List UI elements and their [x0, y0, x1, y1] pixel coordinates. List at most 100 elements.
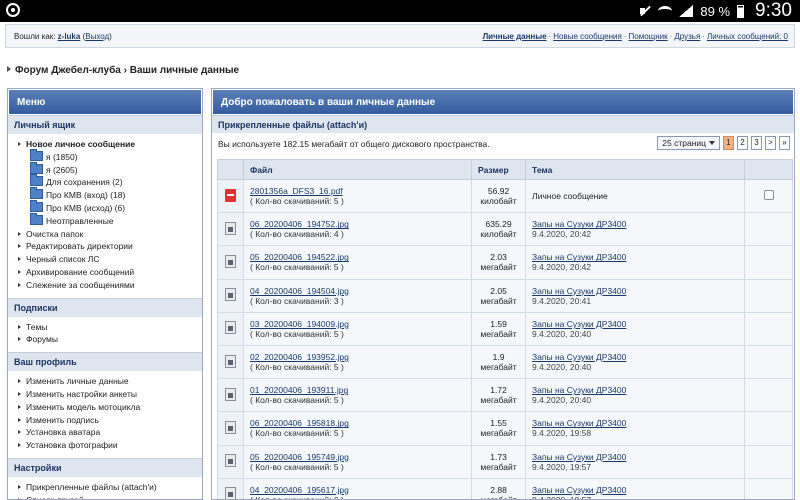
file-link[interactable]: 05_20200406_195749.jpg	[250, 452, 465, 462]
last-page-button[interactable]: »	[779, 136, 790, 150]
image-file-icon	[225, 288, 236, 302]
sidebar-item[interactable]: Изменить настройки анкеты	[18, 388, 202, 401]
page-button[interactable]: 3	[751, 136, 762, 150]
icon-column-header	[217, 159, 244, 180]
file-size-unit: мегабайт	[480, 262, 517, 273]
file-link[interactable]: 2801356a_DFS3_16.pdf	[250, 186, 465, 196]
bullet-arrow-icon	[18, 379, 21, 384]
size-cell: 635.29 килобайт	[471, 212, 527, 247]
sidebar-folder-item[interactable]: я (1850)	[18, 148, 202, 164]
clock: 9:30	[755, 0, 792, 21]
page-button-current[interactable]: 1	[723, 136, 734, 150]
sidebar-item[interactable]: Список друзей	[18, 494, 202, 499]
friends-link[interactable]: Друзья	[674, 32, 700, 41]
size-cell: 2.88 мегабайт	[471, 477, 527, 499]
bullet-arrow-icon	[18, 404, 21, 409]
file-link[interactable]: 06_20200406_194752.jpg	[250, 219, 465, 229]
file-icon-cell	[217, 444, 244, 479]
sidebar-item[interactable]: Прикрепленные файлы (attach'и)	[18, 481, 202, 494]
sidebar-folder-item[interactable]: Для сохранения (2)	[18, 174, 202, 189]
pages-dropdown[interactable]: 25 страниц	[657, 136, 720, 150]
select-cell	[744, 245, 793, 280]
sidebar-item[interactable]: Черный список ЛС	[18, 253, 202, 266]
download-count: ( Кол-во скачиваний: 5 )	[250, 328, 344, 339]
select-checkbox[interactable]	[763, 190, 774, 201]
breadcrumb: Форум Джебел-клуба › Ваши личные данные	[7, 65, 239, 76]
new-messages-link[interactable]: Новые сообщения	[553, 32, 622, 41]
sidebar-folder-item[interactable]: Про КМВ (вход) (18)	[18, 187, 202, 202]
sidebar-item[interactable]: Форумы	[18, 333, 202, 346]
folder-icon	[30, 212, 43, 225]
attachments-table: Файл Размер Тема 2801356a_DFS3_16.pdf( К…	[217, 159, 793, 499]
sidebar-item[interactable]: Новое личное сообщение	[18, 138, 202, 151]
sidebar-item-label: Слежение за сообщениями	[26, 279, 135, 290]
sidebar-item[interactable]: Архивирование сообщений	[18, 266, 202, 279]
sidebar-item[interactable]: Установка аватара	[18, 426, 202, 439]
table-row: 01_20200406_193911.jpg( Кол-во скачивани…	[217, 378, 793, 413]
topic-cell: Запы на Сузуки ДР3400 9.4.2020, 20:40	[525, 311, 745, 346]
download-count: ( Кол-во скачиваний: 4 )	[250, 229, 344, 240]
sidebar-folder-item[interactable]: Про КМВ (исход) (6)	[18, 199, 202, 215]
topic-link[interactable]: Запы на Сузуки ДР3400	[532, 452, 738, 462]
file-link[interactable]: 06_20200406_195818.jpg	[250, 418, 465, 428]
file-link[interactable]: 01_20200406_193911.jpg	[250, 385, 465, 395]
file-icon-cell	[217, 378, 244, 413]
sidebar-item[interactable]: Изменить личные данные	[18, 375, 202, 388]
file-link[interactable]: 04_20200406_194504.jpg	[250, 286, 465, 296]
file-size: 2.03	[490, 252, 507, 263]
sidebar-item[interactable]: Слежение за сообщениями	[18, 279, 202, 292]
next-page-button[interactable]: >	[765, 136, 776, 150]
topic-link[interactable]: Запы на Сузуки ДР3400	[532, 319, 738, 329]
section-subtitle: Прикрепленные файлы (attach'и)	[212, 115, 794, 133]
file-link[interactable]: 03_20200406_194009.jpg	[250, 319, 465, 329]
signal-icon	[679, 5, 694, 17]
private-messages-link[interactable]: Личных сообщений: 0	[707, 32, 788, 41]
logout-link[interactable]: Выход	[85, 32, 109, 41]
topic-link[interactable]: Запы на Сузуки ДР3400	[532, 418, 738, 428]
file-cell: 01_20200406_193911.jpg( Кол-во скачивани…	[242, 378, 473, 413]
topic-link[interactable]: Запы на Сузуки ДР3400	[532, 252, 738, 262]
file-icon-cell	[217, 212, 244, 247]
topic-text: Личное сообщение	[532, 191, 608, 202]
file-cell: 02_20200406_193952.jpg( Кол-во скачивани…	[242, 344, 473, 380]
sidebar-item[interactable]: Установка фотографии	[18, 439, 202, 452]
file-icon-cell	[217, 344, 244, 380]
sidebar-item-label: Установка аватара	[26, 427, 101, 438]
bullet-arrow-icon	[18, 443, 21, 448]
sidebar-folder-item[interactable]: Неотправленные	[18, 212, 202, 228]
page-button[interactable]: 2	[737, 136, 748, 150]
breadcrumb-forum-link[interactable]: Форум Джебел-клуба	[15, 65, 121, 76]
bullet-arrow-icon	[18, 391, 21, 396]
select-column-header	[744, 159, 793, 180]
sidebar-item[interactable]: Изменить модель мотоцикла	[18, 401, 202, 414]
sidebar-item[interactable]: Очистка папок	[18, 228, 202, 241]
topic-link[interactable]: Запы на Сузуки ДР3400	[532, 352, 738, 362]
username-link[interactable]: z-luka	[58, 32, 81, 41]
sidebar-item-label: Изменить настройки анкеты	[26, 388, 137, 399]
user-links: Личные данные · Новые сообщения · Помощник · Д…	[483, 32, 788, 41]
sidebar-item-label: Новое личное сообщение	[26, 139, 136, 149]
select-cell	[744, 444, 793, 479]
size-cell: 1.73 мегабайт	[471, 444, 527, 479]
topic-link[interactable]: Запы на Сузуки ДР3400	[532, 485, 738, 495]
sidebar-section-body: Новое личное сообщение я (1850) я (2605) Дл…	[8, 134, 202, 298]
helper-link[interactable]: Помощник	[629, 32, 668, 41]
personal-data-link[interactable]: Личные данные	[483, 32, 547, 41]
disk-usage-text: Вы используете 182.15 мегабайт от общего…	[218, 139, 490, 149]
sidebar-item[interactable]: Темы	[18, 321, 202, 334]
topic-link[interactable]: Запы на Сузуки ДР3400	[532, 385, 738, 395]
file-link[interactable]: 02_20200406_193952.jpg	[250, 352, 465, 362]
sidebar-item-label: Неотправленные	[46, 215, 114, 226]
sidebar-folder-item[interactable]: я (2605)	[18, 161, 202, 177]
topic-link[interactable]: Запы на Сузуки ДР3400	[532, 286, 738, 296]
breadcrumb-current: Ваши личные данные	[129, 65, 240, 76]
file-link[interactable]: 04_20200406_195617.jpg	[250, 485, 465, 495]
sidebar-item[interactable]: Редактировать директории	[18, 240, 202, 253]
file-cell: 05_20200406_194522.jpg( Кол-во скачивани…	[242, 245, 473, 280]
file-link[interactable]: 05_20200406_194522.jpg	[250, 252, 465, 262]
topic-link[interactable]: Запы на Сузуки ДР3400	[532, 219, 738, 229]
sidebar-item[interactable]: Изменить подпись	[18, 414, 202, 427]
page-title: Добро пожаловать в ваши личные данные	[212, 89, 794, 115]
size-column-header: Размер	[471, 159, 527, 180]
file-size-unit: мегабайт	[480, 428, 517, 439]
